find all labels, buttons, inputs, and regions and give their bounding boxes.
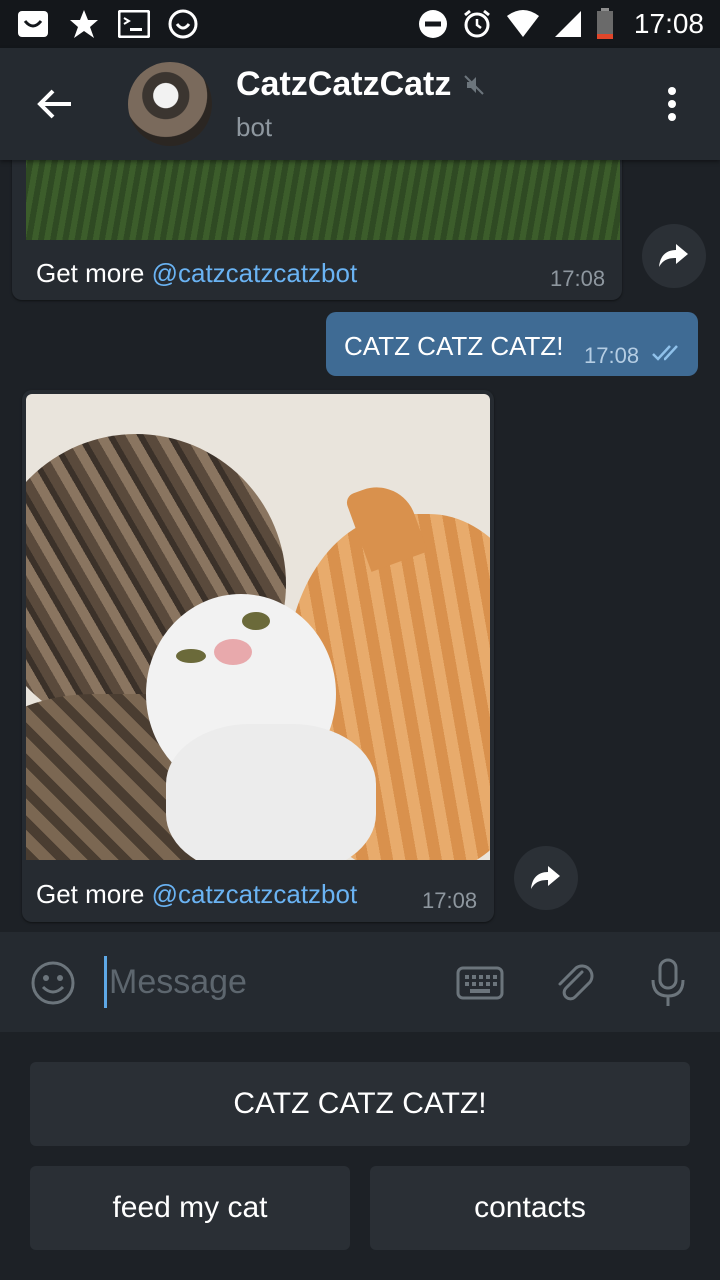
- more-vertical-icon: [668, 87, 676, 121]
- status-bar: 17:08: [0, 0, 720, 48]
- emoji-icon: [31, 961, 75, 1005]
- message-caption: Get more @catzcatzcatzbot: [36, 258, 358, 288]
- bot-reply-keyboard: CATZ CATZ CATZ! feed my cat contacts: [0, 1032, 720, 1280]
- emoji-button[interactable]: [30, 960, 76, 1006]
- cell-signal-icon: [554, 10, 582, 38]
- share-arrow-icon: [659, 244, 688, 267]
- shopping-bag-icon: [16, 9, 50, 39]
- keyboard-button-feed-my-cat[interactable]: feed my cat: [30, 1166, 350, 1250]
- wifi-icon: [506, 10, 540, 38]
- puzzle-icon: [68, 8, 100, 40]
- message-time: 17:08: [550, 266, 606, 291]
- keyboard-button-contacts[interactable]: contacts: [370, 1166, 690, 1250]
- message-input-bar: [0, 932, 720, 1032]
- paperclip-icon: [558, 964, 594, 1001]
- back-arrow-icon: [37, 89, 71, 119]
- battery-low-icon: [596, 8, 614, 40]
- status-time: 17:08: [633, 8, 704, 39]
- terminal-icon: [118, 10, 150, 38]
- message-input[interactable]: [104, 956, 434, 1008]
- cat-photo[interactable]: [26, 160, 620, 240]
- read-checkmarks-icon: [652, 345, 678, 361]
- bot-mention-link[interactable]: @catzcatzcatzbot: [152, 258, 358, 288]
- avatar[interactable]: [128, 62, 212, 146]
- alarm-icon: [462, 9, 492, 39]
- share-arrow-icon: [531, 866, 560, 889]
- chat-title: CatzCatzCatz: [236, 65, 452, 103]
- keyboard-icon: [456, 966, 504, 1000]
- chat-info[interactable]: CatzCatzCatz bot: [236, 65, 487, 143]
- muted-icon: [464, 74, 485, 95]
- microphone-icon: [651, 958, 685, 1006]
- bot-mention-link[interactable]: @catzcatzcatzbot: [152, 879, 358, 909]
- outgoing-text-message[interactable]: CATZ CATZ CATZ! 17:08: [326, 312, 698, 376]
- message-list[interactable]: Get more @catzcatzcatzbot 17:08 CATZ CAT…: [0, 160, 720, 932]
- cats-photo[interactable]: [26, 394, 490, 860]
- message-time: 17:08: [584, 343, 640, 368]
- chat-header: CatzCatzCatz bot: [0, 48, 720, 160]
- keyboard-button-catz[interactable]: CATZ CATZ CATZ!: [30, 1062, 690, 1146]
- bot-keyboard-button[interactable]: [456, 966, 504, 1000]
- chat-subtitle: bot: [236, 112, 273, 142]
- voice-message-button[interactable]: [648, 958, 688, 1008]
- do-not-disturb-icon: [418, 9, 448, 39]
- forward-button[interactable]: [642, 224, 706, 288]
- message-text: CATZ CATZ CATZ!: [344, 331, 564, 361]
- message-time: 17:08: [422, 888, 478, 913]
- forward-button[interactable]: [514, 846, 578, 910]
- smile-app-icon: [168, 9, 198, 39]
- incoming-photo-message[interactable]: Get more @catzcatzcatzbot 17:08: [22, 390, 494, 922]
- attach-button[interactable]: [552, 960, 598, 1006]
- back-button[interactable]: [0, 48, 110, 160]
- more-menu-button[interactable]: [624, 48, 720, 160]
- message-caption: Get more @catzcatzcatzbot: [36, 879, 358, 909]
- incoming-photo-message[interactable]: Get more @catzcatzcatzbot 17:08: [12, 160, 622, 300]
